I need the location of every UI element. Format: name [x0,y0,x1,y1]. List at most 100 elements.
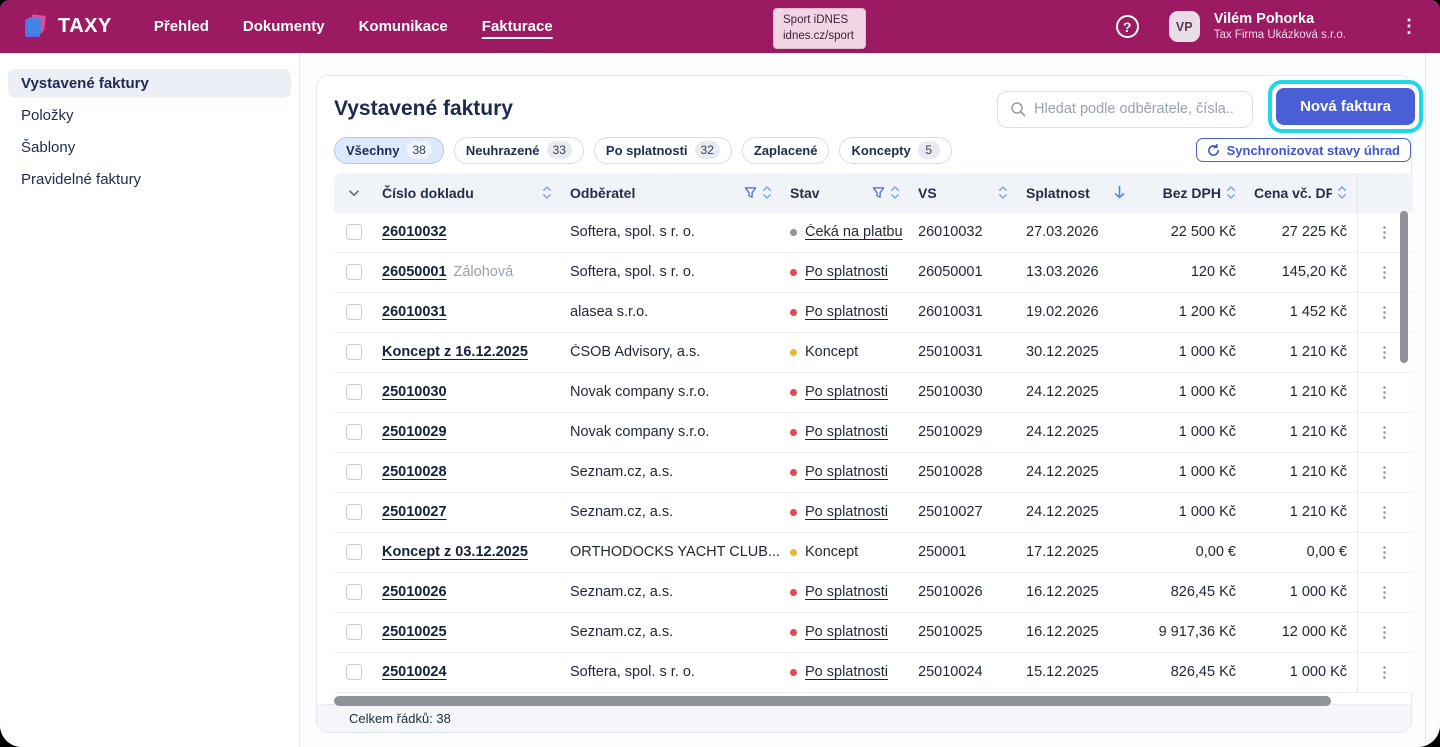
invoice-number-link[interactable]: 25010028 [382,464,447,480]
row-kebab-icon[interactable]: ⋮ [1377,505,1392,520]
row-kebab-icon[interactable]: ⋮ [1377,665,1392,680]
vertical-scrollbar-thumb[interactable] [1400,211,1408,363]
sort-icon[interactable] [998,185,1008,200]
navbar-kebab-icon[interactable]: ⋮ [1400,16,1418,37]
sidebar-item-3[interactable]: Šablony [8,133,291,162]
sort-icon[interactable] [762,185,772,200]
column-header-gross[interactable]: Cena vč. DPH [1246,185,1357,201]
row-checkbox[interactable] [346,464,362,480]
gross-amount-cell: 1 210 Kč [1246,464,1357,480]
status-label[interactable]: Po splatnosti [805,384,888,400]
sorted-desc-arrow-icon[interactable] [1113,185,1126,200]
invoice-number-link[interactable]: 25010027 [382,504,447,520]
filter-chip-2[interactable]: Neuhrazené33 [454,137,584,164]
row-checkbox[interactable] [346,584,362,600]
row-checkbox[interactable] [346,384,362,400]
row-checkbox[interactable] [346,504,362,520]
row-kebab-icon[interactable]: ⋮ [1377,225,1392,240]
row-actions-cell: ⋮ [1357,533,1413,572]
filter-chip-5[interactable]: Koncepty5 [839,137,951,164]
status-label[interactable]: Po splatnosti [805,304,888,320]
status-label[interactable]: Po splatnosti [805,464,888,480]
invoice-number-link[interactable]: 26050001 [382,264,447,280]
column-header-select[interactable] [334,186,374,200]
status-dot-icon [790,349,797,356]
status-label[interactable]: Po splatnosti [805,664,888,680]
user-info[interactable]: Vilém Pohorka Tax Firma Ukázková s.r.o. [1214,10,1346,43]
status-label[interactable]: Čeká na platbu [805,224,903,240]
filter-chip-3[interactable]: Po splatnosti32 [594,137,732,164]
row-kebab-icon[interactable]: ⋮ [1377,425,1392,440]
invoice-number-link[interactable]: Koncept z 03.12.2025 [382,544,528,560]
search-input[interactable] [1034,101,1240,117]
row-kebab-icon[interactable]: ⋮ [1377,625,1392,640]
row-checkbox[interactable] [346,664,362,680]
status-label[interactable]: Po splatnosti [805,424,888,440]
row-kebab-icon[interactable]: ⋮ [1377,265,1392,280]
sidebar-item-4[interactable]: Pravidelné faktury [8,165,291,194]
help-icon[interactable]: ? [1116,15,1139,38]
column-header-status[interactable]: Stav [782,185,910,201]
nav-item-komunikace[interactable]: Komunikace [359,14,448,39]
new-invoice-button[interactable]: Nová faktura [1276,88,1415,125]
invoice-number-link[interactable]: 25010025 [382,624,447,640]
nav-item-dokumenty[interactable]: Dokumenty [243,14,325,39]
row-checkbox[interactable] [346,264,362,280]
row-checkbox[interactable] [346,304,362,320]
invoice-number-link[interactable]: 26010032 [382,224,447,240]
column-header-number[interactable]: Číslo dokladu [374,185,562,201]
invoice-number-link[interactable]: Koncept z 16.12.2025 [382,344,528,360]
column-header-net[interactable]: Bez DPH [1136,185,1246,201]
status-label[interactable]: Po splatnosti [805,624,888,640]
sort-icon[interactable] [890,185,900,200]
sync-payments-button[interactable]: Synchronizovat stavy úhrad [1196,138,1411,162]
column-header-due[interactable]: Splatnost [1018,185,1136,201]
filter-chip-1[interactable]: Všechny38 [334,137,444,164]
invoice-number-link[interactable]: 25010029 [382,424,447,440]
sidebar-item-1[interactable]: Vystavené faktury [8,69,291,98]
app-window: TAXY Přehled Dokumenty Komunikace Fakturace… [0,0,1440,747]
sort-icon[interactable] [542,185,552,200]
workspace-badge[interactable]: Sport iDNES idnes.cz/sport [773,8,866,49]
row-checkbox[interactable] [346,544,362,560]
status-label[interactable]: Po splatnosti [805,584,888,600]
row-kebab-icon[interactable]: ⋮ [1377,345,1392,360]
row-kebab-icon[interactable]: ⋮ [1377,305,1392,320]
nav-item-přehled[interactable]: Přehled [154,14,209,39]
status-label[interactable]: Po splatnosti [805,504,888,520]
filter-funnel-icon[interactable] [744,186,757,199]
filter-funnel-icon[interactable] [872,186,885,199]
row-kebab-icon[interactable]: ⋮ [1377,585,1392,600]
due-date-cell: 24.12.2025 [1018,424,1136,440]
invoice-number-link[interactable]: 26010031 [382,304,447,320]
select-all-chevron-icon[interactable] [347,186,361,200]
row-actions-cell: ⋮ [1357,653,1413,692]
invoice-number-link[interactable]: 25010024 [382,664,447,680]
brand[interactable]: TAXY [22,13,112,41]
invoice-number-link[interactable]: 25010026 [382,584,447,600]
horizontal-scrollbar-thumb[interactable] [334,696,1331,706]
column-header-customer[interactable]: Odběratel [562,185,782,201]
row-checkbox[interactable] [346,224,362,240]
filter-chip-4[interactable]: Zaplacené [742,137,830,164]
row-kebab-icon[interactable]: ⋮ [1377,545,1392,560]
due-date-cell: 30.12.2025 [1018,344,1136,360]
nav-item-fakturace[interactable]: Fakturace [482,14,553,39]
column-header-vs[interactable]: VS [910,185,1018,201]
table-row: 26010031alasea s.r.o.Po splatnosti260100… [334,293,1413,333]
status-label[interactable]: Po splatnosti [805,264,888,280]
row-checkbox[interactable] [346,424,362,440]
due-date-cell: 24.12.2025 [1018,384,1136,400]
row-checkbox[interactable] [346,624,362,640]
sort-icon[interactable] [1226,185,1236,200]
row-kebab-icon[interactable]: ⋮ [1377,465,1392,480]
row-kebab-icon[interactable]: ⋮ [1377,385,1392,400]
sidebar-item-2[interactable]: Položky [8,101,291,130]
avatar[interactable]: VP [1169,11,1200,42]
invoice-number-cell: 26010032 [374,224,562,240]
invoice-number-link[interactable]: 25010030 [382,384,447,400]
table-row: 25010029Novak company s.r.o.Po splatnost… [334,413,1413,453]
main-menu: Přehled Dokumenty Komunikace Fakturace [154,14,553,39]
row-checkbox[interactable] [346,344,362,360]
sort-icon[interactable] [1337,185,1347,200]
